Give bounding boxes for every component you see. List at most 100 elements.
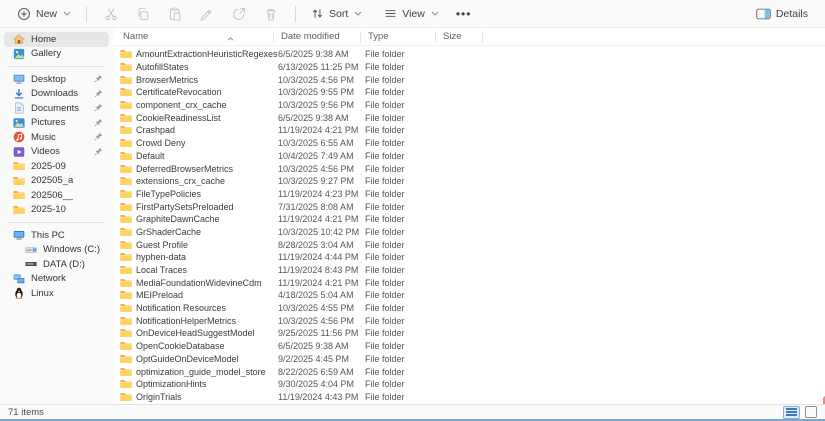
sort-button-label: Sort (329, 8, 348, 20)
column-header-size[interactable]: Size (440, 31, 500, 42)
sidebar-item-desktop[interactable]: Desktop (4, 72, 109, 87)
sidebar-item-music[interactable]: Music (4, 130, 109, 145)
file-row[interactable]: Local Traces 11/19/2024 8:43 PM File fol… (113, 264, 825, 277)
more-icon: ••• (456, 7, 472, 21)
documents-icon (12, 102, 25, 115)
file-type: File folder (365, 392, 440, 402)
folder-icon (120, 354, 132, 364)
column-separator[interactable] (435, 31, 436, 43)
rename-button[interactable] (191, 3, 223, 25)
file-type: File folder (365, 49, 440, 59)
sidebar-group: Home Gallery (0, 32, 113, 61)
column-separator[interactable] (360, 31, 361, 43)
sidebar-item-home[interactable]: Home (4, 32, 109, 47)
sidebar-item-windows-c[interactable]: Windows (C:) (16, 243, 109, 258)
column-separator[interactable] (482, 31, 483, 43)
file-name: Crowd Deny (136, 138, 186, 148)
sidebar-item-documents[interactable]: Documents (4, 101, 109, 116)
file-name: DeferredBrowserMetrics (136, 164, 233, 174)
file-row[interactable]: DeferredBrowserMetrics 10/3/2025 4:56 PM… (113, 162, 825, 175)
see-more-button[interactable]: ••• (446, 4, 482, 24)
details-pane-button[interactable]: Details (749, 5, 815, 23)
file-row[interactable]: AmountExtractionHeuristicRegexes 6/5/202… (113, 48, 825, 61)
file-date-modified: 11/19/2024 4:21 PM (278, 125, 365, 135)
sidebar-item-2025-09[interactable]: 2025-09 (4, 159, 109, 174)
pin-icon (94, 89, 103, 98)
view-icon (384, 7, 397, 20)
file-row[interactable]: Default 10/4/2025 7:49 AM File folder (113, 150, 825, 163)
file-row[interactable]: OpenCookieDatabase 6/5/2025 9:38 AM File… (113, 340, 825, 353)
file-name: CertificateRevocation (136, 87, 222, 97)
file-row[interactable]: FileTypePolicies 11/19/2024 4:23 PM File… (113, 188, 825, 201)
sidebar-item-202505-a[interactable]: 202505_a (4, 174, 109, 189)
sidebar-item-data-d[interactable]: DATA (D:) (16, 257, 109, 272)
folder-icon (120, 367, 132, 377)
paste-button[interactable] (159, 3, 191, 25)
sidebar-item-pictures[interactable]: Pictures (4, 116, 109, 131)
file-row[interactable]: component_crx_cache 10/3/2025 9:56 PM Fi… (113, 99, 825, 112)
file-type: File folder (365, 189, 440, 199)
file-row[interactable]: FirstPartySetsPreloaded 7/31/2025 8:08 A… (113, 200, 825, 213)
sidebar-item-2025-10[interactable]: 2025-10 (4, 203, 109, 218)
file-row[interactable]: BrowserMetrics 10/3/2025 4:56 PM File fo… (113, 73, 825, 86)
column-separator[interactable] (273, 31, 274, 43)
file-row[interactable]: extensions_crx_cache 10/3/2025 9:27 PM F… (113, 175, 825, 188)
file-row[interactable]: AutofillStates 6/13/2025 11:25 PM File f… (113, 61, 825, 74)
delete-button[interactable] (255, 3, 287, 25)
file-date-modified: 10/3/2025 4:56 PM (278, 75, 365, 85)
file-row[interactable]: MEIPreload 4/18/2025 5:04 AM File folder (113, 289, 825, 302)
file-row[interactable]: GrShaderCache 10/3/2025 10:42 PM File fo… (113, 226, 825, 239)
file-date-modified: 10/3/2025 6:55 AM (278, 138, 365, 148)
column-header-type[interactable]: Type (365, 31, 440, 42)
folder-icon (120, 227, 132, 237)
file-row[interactable]: hyphen-data 11/19/2024 4:44 PM File fold… (113, 251, 825, 264)
file-type: File folder (365, 176, 440, 186)
file-row[interactable]: Guest Profile 8/28/2025 3:04 AM File fol… (113, 238, 825, 251)
file-row[interactable]: CookieReadinessList 6/5/2025 9:38 AM Fil… (113, 111, 825, 124)
sidebar-item-gallery[interactable]: Gallery (4, 47, 109, 62)
file-type: File folder (365, 316, 440, 326)
view-button[interactable]: View (377, 4, 446, 23)
paste-icon (168, 7, 182, 21)
sidebar-item-videos[interactable]: Videos (4, 145, 109, 160)
large-icons-view-toggle[interactable] (805, 406, 817, 418)
file-row[interactable]: Crowd Deny 10/3/2025 6:55 AM File folder (113, 137, 825, 150)
sort-button[interactable]: Sort (304, 4, 369, 23)
file-row[interactable]: OptGuideOnDeviceModel 9/2/2025 4:45 PM F… (113, 353, 825, 366)
file-row[interactable]: GraphiteDawnCache 11/19/2024 4:21 PM Fil… (113, 213, 825, 226)
file-name: OpenCookieDatabase (136, 341, 225, 351)
folder-icon (120, 303, 132, 313)
sidebar-item-linux[interactable]: Linux (4, 286, 109, 301)
toolbar-separator (295, 6, 296, 22)
file-row[interactable]: OnDeviceHeadSuggestModel 9/25/2025 11:56… (113, 327, 825, 340)
share-button[interactable] (223, 3, 255, 25)
details-view-toggle[interactable] (783, 406, 800, 419)
file-name: OriginTrials (136, 392, 182, 402)
sidebar-item-network[interactable]: Network (4, 272, 109, 287)
cut-button[interactable] (95, 3, 127, 25)
folder-icon (120, 214, 132, 224)
new-button[interactable]: New (10, 4, 78, 24)
sidebar-item-202506[interactable]: 202506__ (4, 188, 109, 203)
file-type: File folder (365, 125, 440, 135)
file-date-modified: 10/3/2025 9:56 PM (278, 100, 365, 110)
sidebar-group: Desktop Downloads Documents Pictures Mus… (0, 72, 113, 217)
column-header-name[interactable]: Name (120, 31, 278, 42)
file-row[interactable]: OptimizationHints 9/30/2025 4:04 PM File… (113, 378, 825, 391)
sidebar-item-downloads[interactable]: Downloads (4, 87, 109, 102)
file-type: File folder (365, 75, 440, 85)
file-name: AmountExtractionHeuristicRegexes (136, 49, 278, 59)
file-row[interactable]: CertificateRevocation 10/3/2025 9:55 PM … (113, 86, 825, 99)
file-row[interactable]: optimization_guide_model_store 8/22/2025… (113, 365, 825, 378)
file-date-modified: 11/19/2024 4:21 PM (278, 214, 365, 224)
file-row[interactable]: NotificationHelperMetrics 10/3/2025 4:56… (113, 314, 825, 327)
file-type: File folder (365, 214, 440, 224)
drive-icon (24, 258, 37, 271)
file-row[interactable]: MediaFoundationWidevineCdm 11/19/2024 4:… (113, 276, 825, 289)
file-row[interactable]: OriginTrials 11/19/2024 4:43 PM File fol… (113, 391, 825, 404)
file-row[interactable]: Notification Resources 10/3/2025 4:55 PM… (113, 302, 825, 315)
copy-button[interactable] (127, 3, 159, 25)
column-header-date-modified[interactable]: Date modified (278, 31, 365, 42)
file-row[interactable]: Crashpad 11/19/2024 4:21 PM File folder (113, 124, 825, 137)
sidebar-item-this-pc[interactable]: This PC (4, 228, 109, 243)
